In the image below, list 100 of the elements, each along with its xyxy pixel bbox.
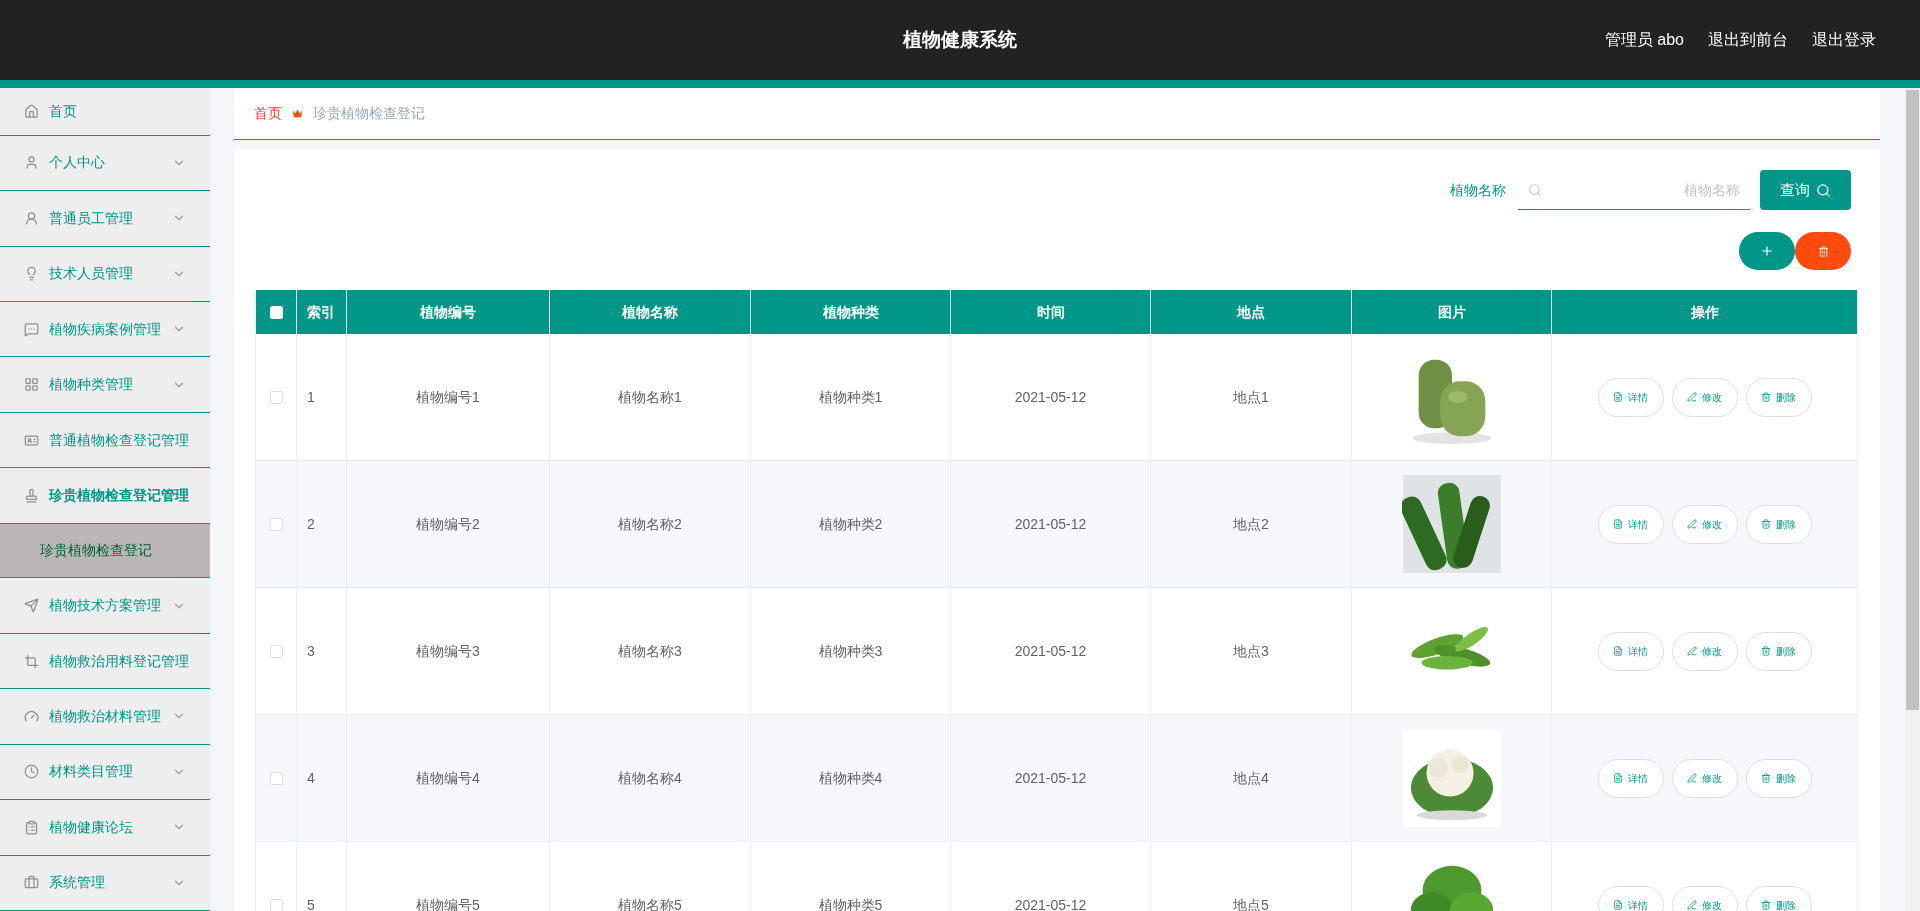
breadcrumb-link[interactable]: 首页 [254, 103, 282, 124]
table-cell-text: 2021-05-12 [1014, 514, 1087, 534]
table-cell-text: 地点4 [1233, 768, 1269, 788]
row-action-button[interactable]: 详情 [1597, 631, 1664, 671]
checkbox[interactable] [269, 644, 283, 658]
checkbox[interactable] [269, 517, 283, 531]
table-cell-text: 4 [307, 768, 315, 788]
table-cell-text: 植物名称3 [618, 641, 682, 661]
chat-icon [24, 321, 39, 337]
row-action-button[interactable]: 删除 [1745, 377, 1812, 417]
row-action-button[interactable]: 详情 [1597, 504, 1664, 544]
search-button[interactable]: 查询 [1760, 170, 1851, 210]
lightbulb-icon [24, 266, 39, 282]
add-button[interactable] [1739, 232, 1795, 270]
table-cell-text: 植物种类3 [818, 641, 883, 661]
table-cell-text: 植物种类2 [818, 514, 883, 534]
home-icon [24, 103, 39, 119]
card-icon [24, 432, 39, 448]
document-icon [1613, 392, 1623, 402]
table-cell-text: 植物种类5 [818, 895, 883, 911]
table-cell-text: 1 [307, 387, 315, 407]
paper-plane-icon [24, 598, 39, 614]
row-action-button[interactable]: 修改 [1671, 504, 1738, 544]
sidebar-item[interactable]: 珍贵植物检查登记管理 [0, 468, 210, 524]
document-icon [1613, 773, 1623, 783]
row-action-button[interactable]: 详情 [1597, 885, 1664, 911]
table-cell-text: 植物名称1 [618, 387, 682, 407]
table-cell-text: 2021-05-12 [1014, 641, 1087, 661]
table-cell-text: 2021-05-12 [1014, 768, 1087, 788]
sidebar-item[interactable]: 系统管理 [0, 855, 210, 911]
row-action-button[interactable]: 详情 [1597, 377, 1664, 417]
table-cell-text: 植物种类1 [818, 387, 883, 407]
row-action-button[interactable]: 详情 [1597, 758, 1664, 798]
trash-icon [1761, 900, 1771, 910]
sidebar-item[interactable]: 普通植物检查登记管理 [0, 412, 210, 469]
sidebar-item[interactable]: 个人中心 [0, 135, 210, 192]
delete-button[interactable] [1795, 232, 1851, 270]
document-icon [1613, 646, 1623, 656]
breadcrumb-current: 珍贵植物检查登记 [313, 104, 425, 123]
sidebar-item[interactable]: 植物救治材料管理 [0, 689, 210, 745]
row-action-button[interactable]: 修改 [1671, 631, 1738, 671]
trash-icon [1817, 245, 1829, 257]
table-cell-text: 植物编号4 [416, 768, 480, 788]
table-cell-text: 地点5 [1233, 895, 1269, 911]
row-action-button[interactable]: 修改 [1671, 758, 1738, 798]
sidebar-item[interactable]: 材料类目管理 [0, 744, 210, 801]
sidebar-item[interactable]: 首页 [0, 88, 210, 136]
checkbox[interactable] [269, 898, 283, 911]
header-link[interactable]: 管理员 abo [1604, 28, 1684, 52]
row-action-button[interactable]: 修改 [1671, 885, 1738, 911]
trash-icon [1761, 646, 1771, 656]
checkbox[interactable] [269, 390, 283, 404]
table-cell-text: 2021-05-12 [1014, 895, 1087, 911]
table-cell-text: 植物编号3 [416, 641, 480, 661]
briefcase-icon [24, 875, 39, 891]
grid-icon [24, 377, 39, 393]
table-cell-text: 植物种类4 [818, 768, 883, 788]
row-action-button[interactable]: 删除 [1745, 885, 1812, 911]
search-icon [1528, 183, 1542, 197]
submenu-item[interactable]: 珍贵植物检查登记 [0, 523, 210, 579]
search-field[interactable]: 植物名称 [1518, 170, 1750, 210]
pen-icon [1687, 900, 1697, 910]
checkbox[interactable] [269, 771, 283, 785]
document-icon [1613, 519, 1623, 529]
search-icon [1816, 182, 1831, 198]
table-cell-text: 2021-05-12 [1014, 387, 1087, 407]
plus-icon [1760, 244, 1774, 258]
row-action-button[interactable]: 删除 [1745, 504, 1812, 544]
table-cell-text: 地点3 [1233, 641, 1269, 661]
table-cell-text: 植物编号5 [416, 895, 480, 911]
table-cell-text: 地点1 [1233, 387, 1269, 407]
stamp-icon [24, 488, 39, 504]
sidebar-item[interactable]: 植物种类管理 [0, 357, 210, 413]
table-cell-text: 3 [307, 641, 315, 661]
table-cell-text: 植物名称2 [618, 514, 682, 534]
sidebar-item[interactable]: 植物救治用料登记管理 [0, 633, 210, 690]
sidebar-item[interactable]: 植物疾病案例管理 [0, 302, 210, 358]
table-cell-text: 5 [307, 895, 315, 911]
pen-icon [1687, 519, 1697, 529]
table-cell-text: 植物名称5 [618, 895, 682, 911]
header-link[interactable]: 退出到前台 [1708, 28, 1788, 52]
sidebar-item[interactable]: 普通员工管理 [0, 191, 210, 247]
sidebar-item[interactable]: 技术人员管理 [0, 246, 210, 303]
trash-icon [1761, 519, 1771, 529]
table-cell-text: 植物编号1 [416, 387, 480, 407]
row-action-button[interactable]: 删除 [1745, 758, 1812, 798]
header-link[interactable]: 退出登录 [1812, 28, 1876, 52]
table-cell-text: 植物名称4 [618, 768, 682, 788]
pen-icon [1687, 646, 1697, 656]
app-title: 植物健康系统 [901, 27, 1018, 52]
crop-icon [24, 653, 39, 669]
row-action-button[interactable]: 删除 [1745, 631, 1812, 671]
trash-icon [1761, 392, 1771, 402]
sidebar-item[interactable]: 植物健康论坛 [0, 800, 210, 856]
table-cell-text: 植物编号2 [416, 514, 480, 534]
pen-icon [1687, 392, 1697, 402]
row-action-button[interactable]: 修改 [1671, 377, 1738, 417]
crown-icon [292, 108, 303, 119]
sidebar-item[interactable]: 植物技术方案管理 [0, 578, 210, 634]
person-icon [24, 210, 39, 226]
